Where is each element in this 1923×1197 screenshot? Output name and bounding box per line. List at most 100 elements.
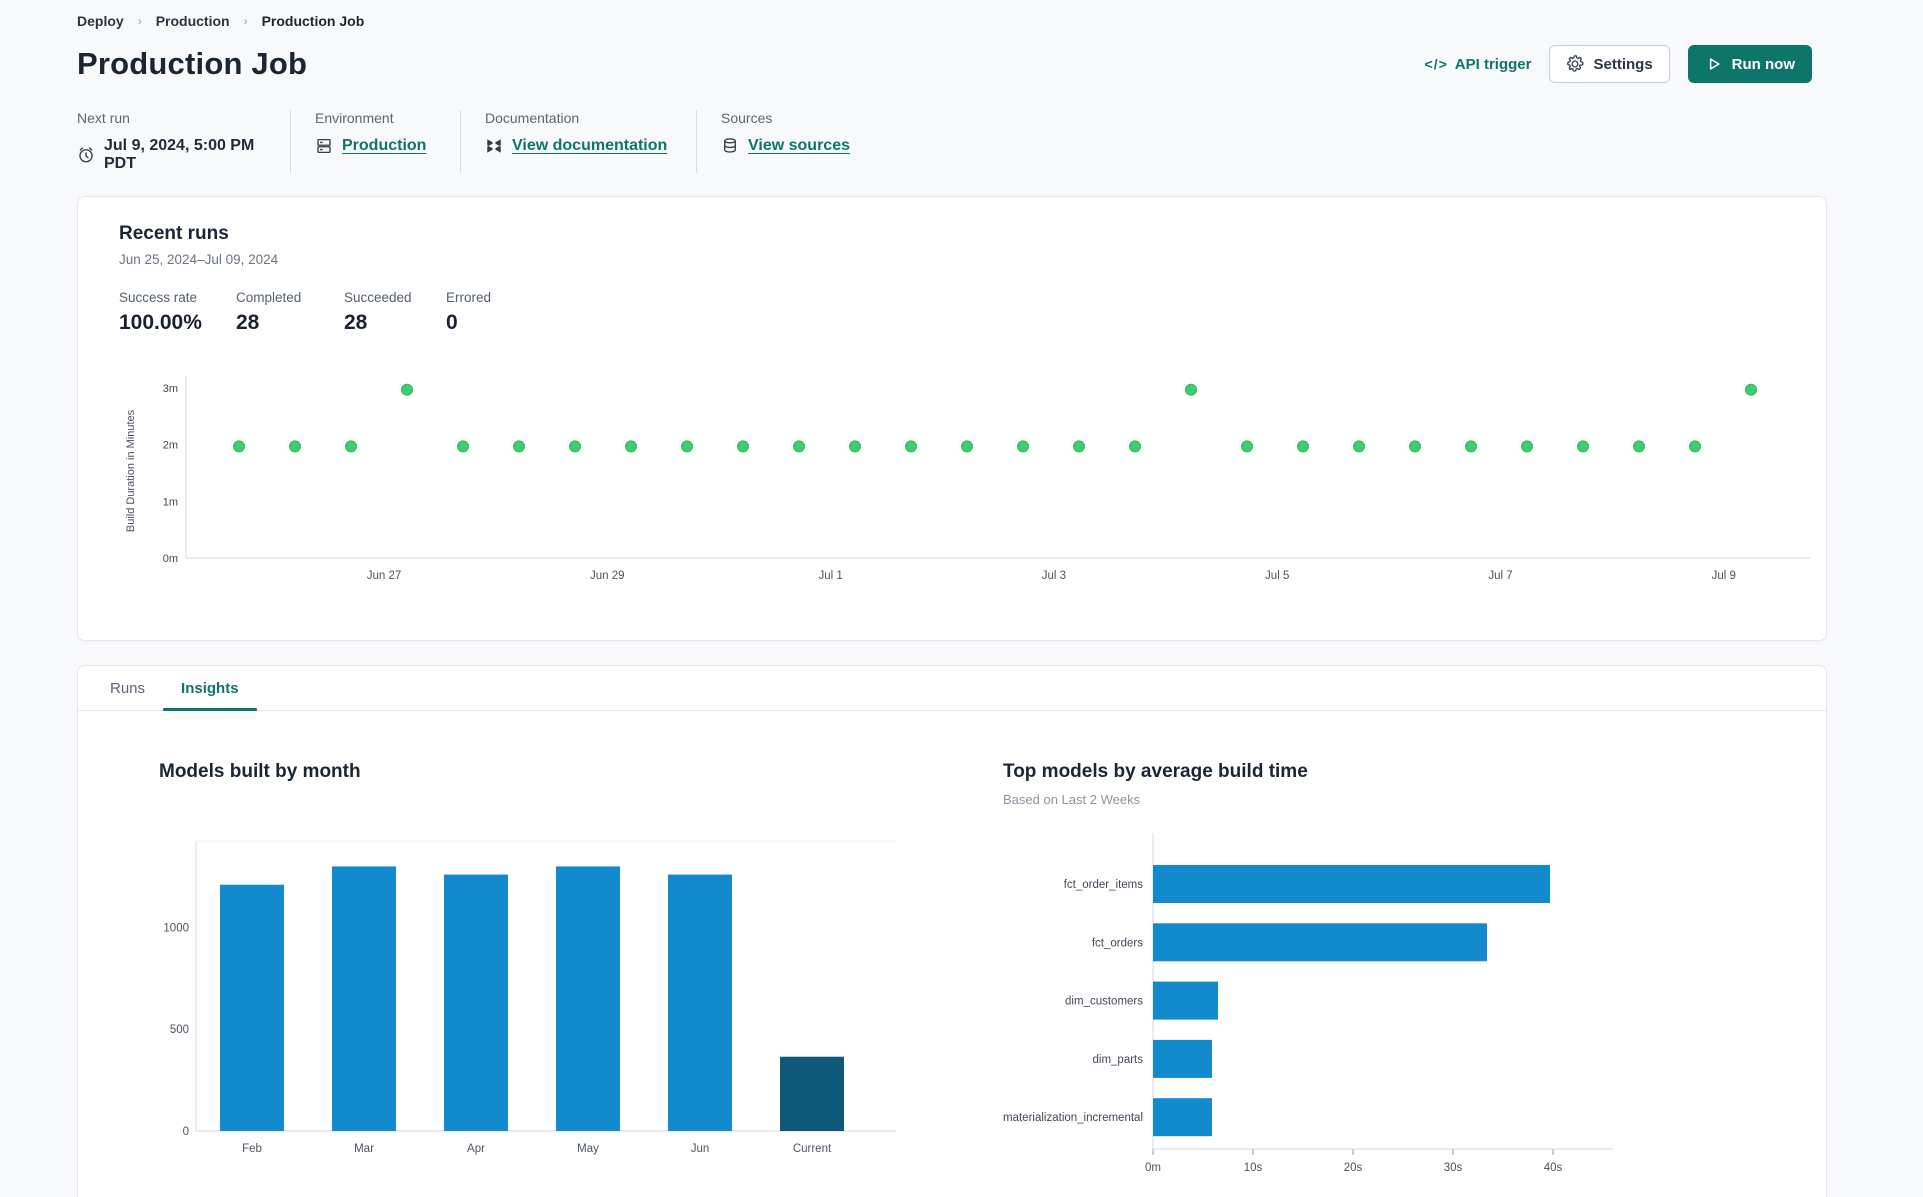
model-bar-fct_order_items[interactable] xyxy=(1153,865,1550,903)
scatter-x-tick-label: Jul 7 xyxy=(1488,570,1512,582)
run-duration-point[interactable] xyxy=(1745,383,1757,396)
run-now-label: Run now xyxy=(1731,55,1795,73)
build-duration-scatter-svg: 0m 1m 2m 3m Build Duration in Minutes Jun 27 J… xyxy=(125,376,1810,582)
month-bar-jun[interactable] xyxy=(668,874,732,1131)
model-bar-fct_orders[interactable] xyxy=(1153,923,1487,962)
build-duration-chart: 0m 1m 2m 3m Build Duration in Minutes Jun 27 J… xyxy=(118,368,1826,591)
month-bar-feb[interactable] xyxy=(220,884,284,1131)
top-models-block: Top models by average build time Based o… xyxy=(1003,711,1703,1175)
stat-label: Success rate xyxy=(119,290,198,305)
code-icon: </> xyxy=(1424,56,1448,72)
run-duration-point[interactable] xyxy=(457,440,469,453)
database-icon xyxy=(721,137,739,155)
month-bar-current[interactable] xyxy=(780,1056,844,1131)
dbt-docs-icon xyxy=(485,137,503,155)
run-duration-point[interactable] xyxy=(961,440,973,453)
stat-label: Errored xyxy=(446,290,492,305)
run-duration-point[interactable] xyxy=(1465,440,1477,453)
top-models-svg: 0m 10s 20s 30s 40s fct_order_items fct_ordersd… xyxy=(1003,833,1613,1174)
alarm-clock-icon xyxy=(77,146,95,164)
run-duration-point[interactable] xyxy=(233,440,245,453)
run-duration-point[interactable] xyxy=(1577,440,1589,453)
run-duration-point[interactable] xyxy=(1017,440,1029,453)
models-built-by-month-title: Models built by month xyxy=(159,761,361,782)
run-now-button[interactable]: Run now xyxy=(1687,45,1812,83)
hbar-x-tick-label: 30s xyxy=(1444,1162,1463,1174)
bar-x-category-label: Jun xyxy=(691,1143,710,1155)
hbar-category-label: dim_parts xyxy=(1093,1054,1144,1066)
bar-y-tick-label: 0 xyxy=(183,1126,189,1138)
scatter-x-tick-label: Jul 3 xyxy=(1042,570,1066,582)
scatter-x-tick-label: Jun 27 xyxy=(367,570,402,582)
run-duration-point[interactable] xyxy=(1633,440,1645,453)
run-duration-point[interactable] xyxy=(1073,440,1085,453)
bar-x-category-label: Current xyxy=(793,1143,832,1155)
tab-insights[interactable]: Insights xyxy=(163,666,257,711)
run-duration-point[interactable] xyxy=(1185,383,1197,396)
run-duration-point[interactable] xyxy=(401,383,413,396)
month-bar-may[interactable] xyxy=(556,866,620,1131)
run-duration-point[interactable] xyxy=(1521,440,1533,453)
run-duration-point[interactable] xyxy=(1409,440,1421,453)
run-duration-point[interactable] xyxy=(1689,440,1701,453)
hbar-x-tick-label: 0m xyxy=(1145,1162,1161,1174)
scatter-x-tick-label: Jul 1 xyxy=(818,570,842,582)
settings-label: Settings xyxy=(1593,55,1653,73)
run-duration-point[interactable] xyxy=(681,440,693,453)
hbar-category-label: fct_order_items xyxy=(1064,879,1144,891)
run-duration-point[interactable] xyxy=(513,440,525,453)
api-trigger-label: API trigger xyxy=(1454,55,1532,73)
scatter-x-tick-label: Jul 9 xyxy=(1712,570,1736,582)
settings-button[interactable]: Settings xyxy=(1549,45,1670,83)
run-duration-point[interactable] xyxy=(1353,440,1365,453)
run-duration-point[interactable] xyxy=(345,440,357,453)
tab-runs[interactable]: Runs xyxy=(92,666,163,710)
run-duration-point[interactable] xyxy=(1241,440,1253,453)
run-duration-point[interactable] xyxy=(289,440,301,453)
hbar-category-label: dim_customers xyxy=(1065,996,1143,1008)
insights-charts: Models built by month 0 500 1000 Feb Mar Apr M… xyxy=(78,711,1826,1175)
hbar-x-tick-label: 40s xyxy=(1544,1162,1563,1174)
run-duration-point[interactable] xyxy=(569,440,581,453)
stat-success-rate: Success rate 100.00% xyxy=(119,290,236,335)
top-models-title: Top models by average build time xyxy=(1003,761,1308,782)
breadcrumb: Deploy › Production › Production Job xyxy=(77,0,1827,29)
view-sources-link[interactable]: View sources xyxy=(748,137,850,155)
run-duration-point[interactable] xyxy=(849,440,861,453)
run-duration-point[interactable] xyxy=(625,440,637,453)
run-duration-point[interactable] xyxy=(1297,440,1309,453)
model-bar-materialization_incremental[interactable] xyxy=(1153,1098,1212,1137)
run-duration-point[interactable] xyxy=(1129,440,1141,453)
stat-completed: Completed 28 xyxy=(236,290,344,335)
bar-x-category-label: Feb xyxy=(242,1143,262,1155)
breadcrumb-production[interactable]: Production xyxy=(156,13,230,29)
play-icon xyxy=(1705,55,1723,73)
chevron-right-icon: › xyxy=(243,14,248,28)
scatter-y-tick-label: 2m xyxy=(163,440,178,452)
run-duration-point[interactable] xyxy=(793,440,805,453)
model-bar-dim_parts[interactable] xyxy=(1153,1039,1212,1078)
page-header: Production Job </> API trigger Settings … xyxy=(77,45,1827,83)
environment-link[interactable]: Production xyxy=(342,137,426,155)
run-duration-point[interactable] xyxy=(905,440,917,453)
breadcrumb-deploy[interactable]: Deploy xyxy=(77,13,124,29)
scatter-y-tick-label: 1m xyxy=(163,496,178,508)
month-bar-mar[interactable] xyxy=(332,866,396,1131)
page-content: Deploy › Production › Production Job Pro… xyxy=(77,0,1827,1197)
view-documentation-link[interactable]: View documentation xyxy=(512,137,667,155)
gear-icon xyxy=(1566,55,1584,73)
stat-value: 28 xyxy=(344,311,368,334)
api-trigger-link[interactable]: </> API trigger xyxy=(1425,56,1532,73)
scatter-x-tick-label: Jul 5 xyxy=(1265,570,1289,582)
scatter-y-tick-label: 3m xyxy=(163,383,178,395)
recent-runs-title: Recent runs xyxy=(119,223,229,244)
bar-y-tick-label: 1000 xyxy=(163,922,189,934)
run-duration-point[interactable] xyxy=(737,440,749,453)
models-built-by-month-block: Models built by month 0 500 1000 Feb Mar Apr M… xyxy=(159,711,931,1175)
documentation-section: Documentation View documentation xyxy=(485,110,697,173)
month-bar-apr[interactable] xyxy=(444,874,508,1131)
stat-value: 0 xyxy=(446,311,458,334)
next-run-label: Next run xyxy=(77,110,130,126)
job-info-row: Next run Jul 9, 2024, 5:00 PM PDT Enviro… xyxy=(77,110,1827,173)
model-bar-dim_customers[interactable] xyxy=(1153,981,1218,1020)
